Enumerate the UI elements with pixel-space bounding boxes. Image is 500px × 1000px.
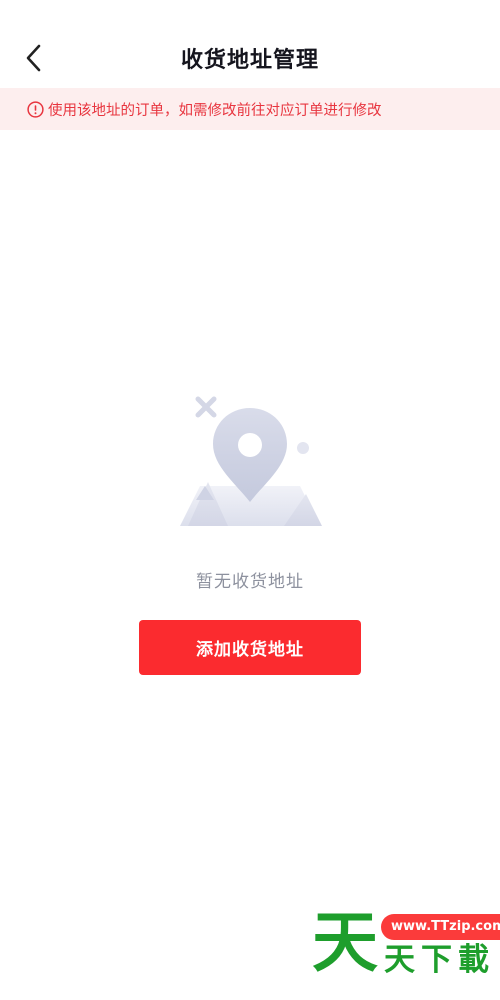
- watermark-char-3: 載: [458, 942, 489, 978]
- notice-bar: 使用该地址的订单，如需修改前往对应订单进行修改: [0, 88, 500, 130]
- watermark-char-1: 天: [384, 942, 415, 978]
- watermark-char-2: 下: [421, 942, 452, 978]
- top-bar: 收货地址管理: [0, 0, 500, 88]
- empty-state-text: 暂无收货地址: [196, 572, 304, 592]
- add-address-button[interactable]: 添加收货地址: [139, 620, 361, 675]
- watermark-logo-char: 天: [312, 904, 378, 981]
- add-address-label: 添加收货地址: [196, 640, 304, 659]
- notice-text: 使用该地址的订单，如需修改前往对应订单进行修改: [48, 102, 382, 119]
- watermark-url: www.TTzip.com: [381, 914, 500, 940]
- watermark-logo: 天 www.TTzip.com 天 下 載: [308, 904, 500, 984]
- info-circle-icon: [27, 100, 44, 118]
- page-title: 收货地址管理: [180, 48, 319, 73]
- map-pin-illustration: [172, 390, 328, 530]
